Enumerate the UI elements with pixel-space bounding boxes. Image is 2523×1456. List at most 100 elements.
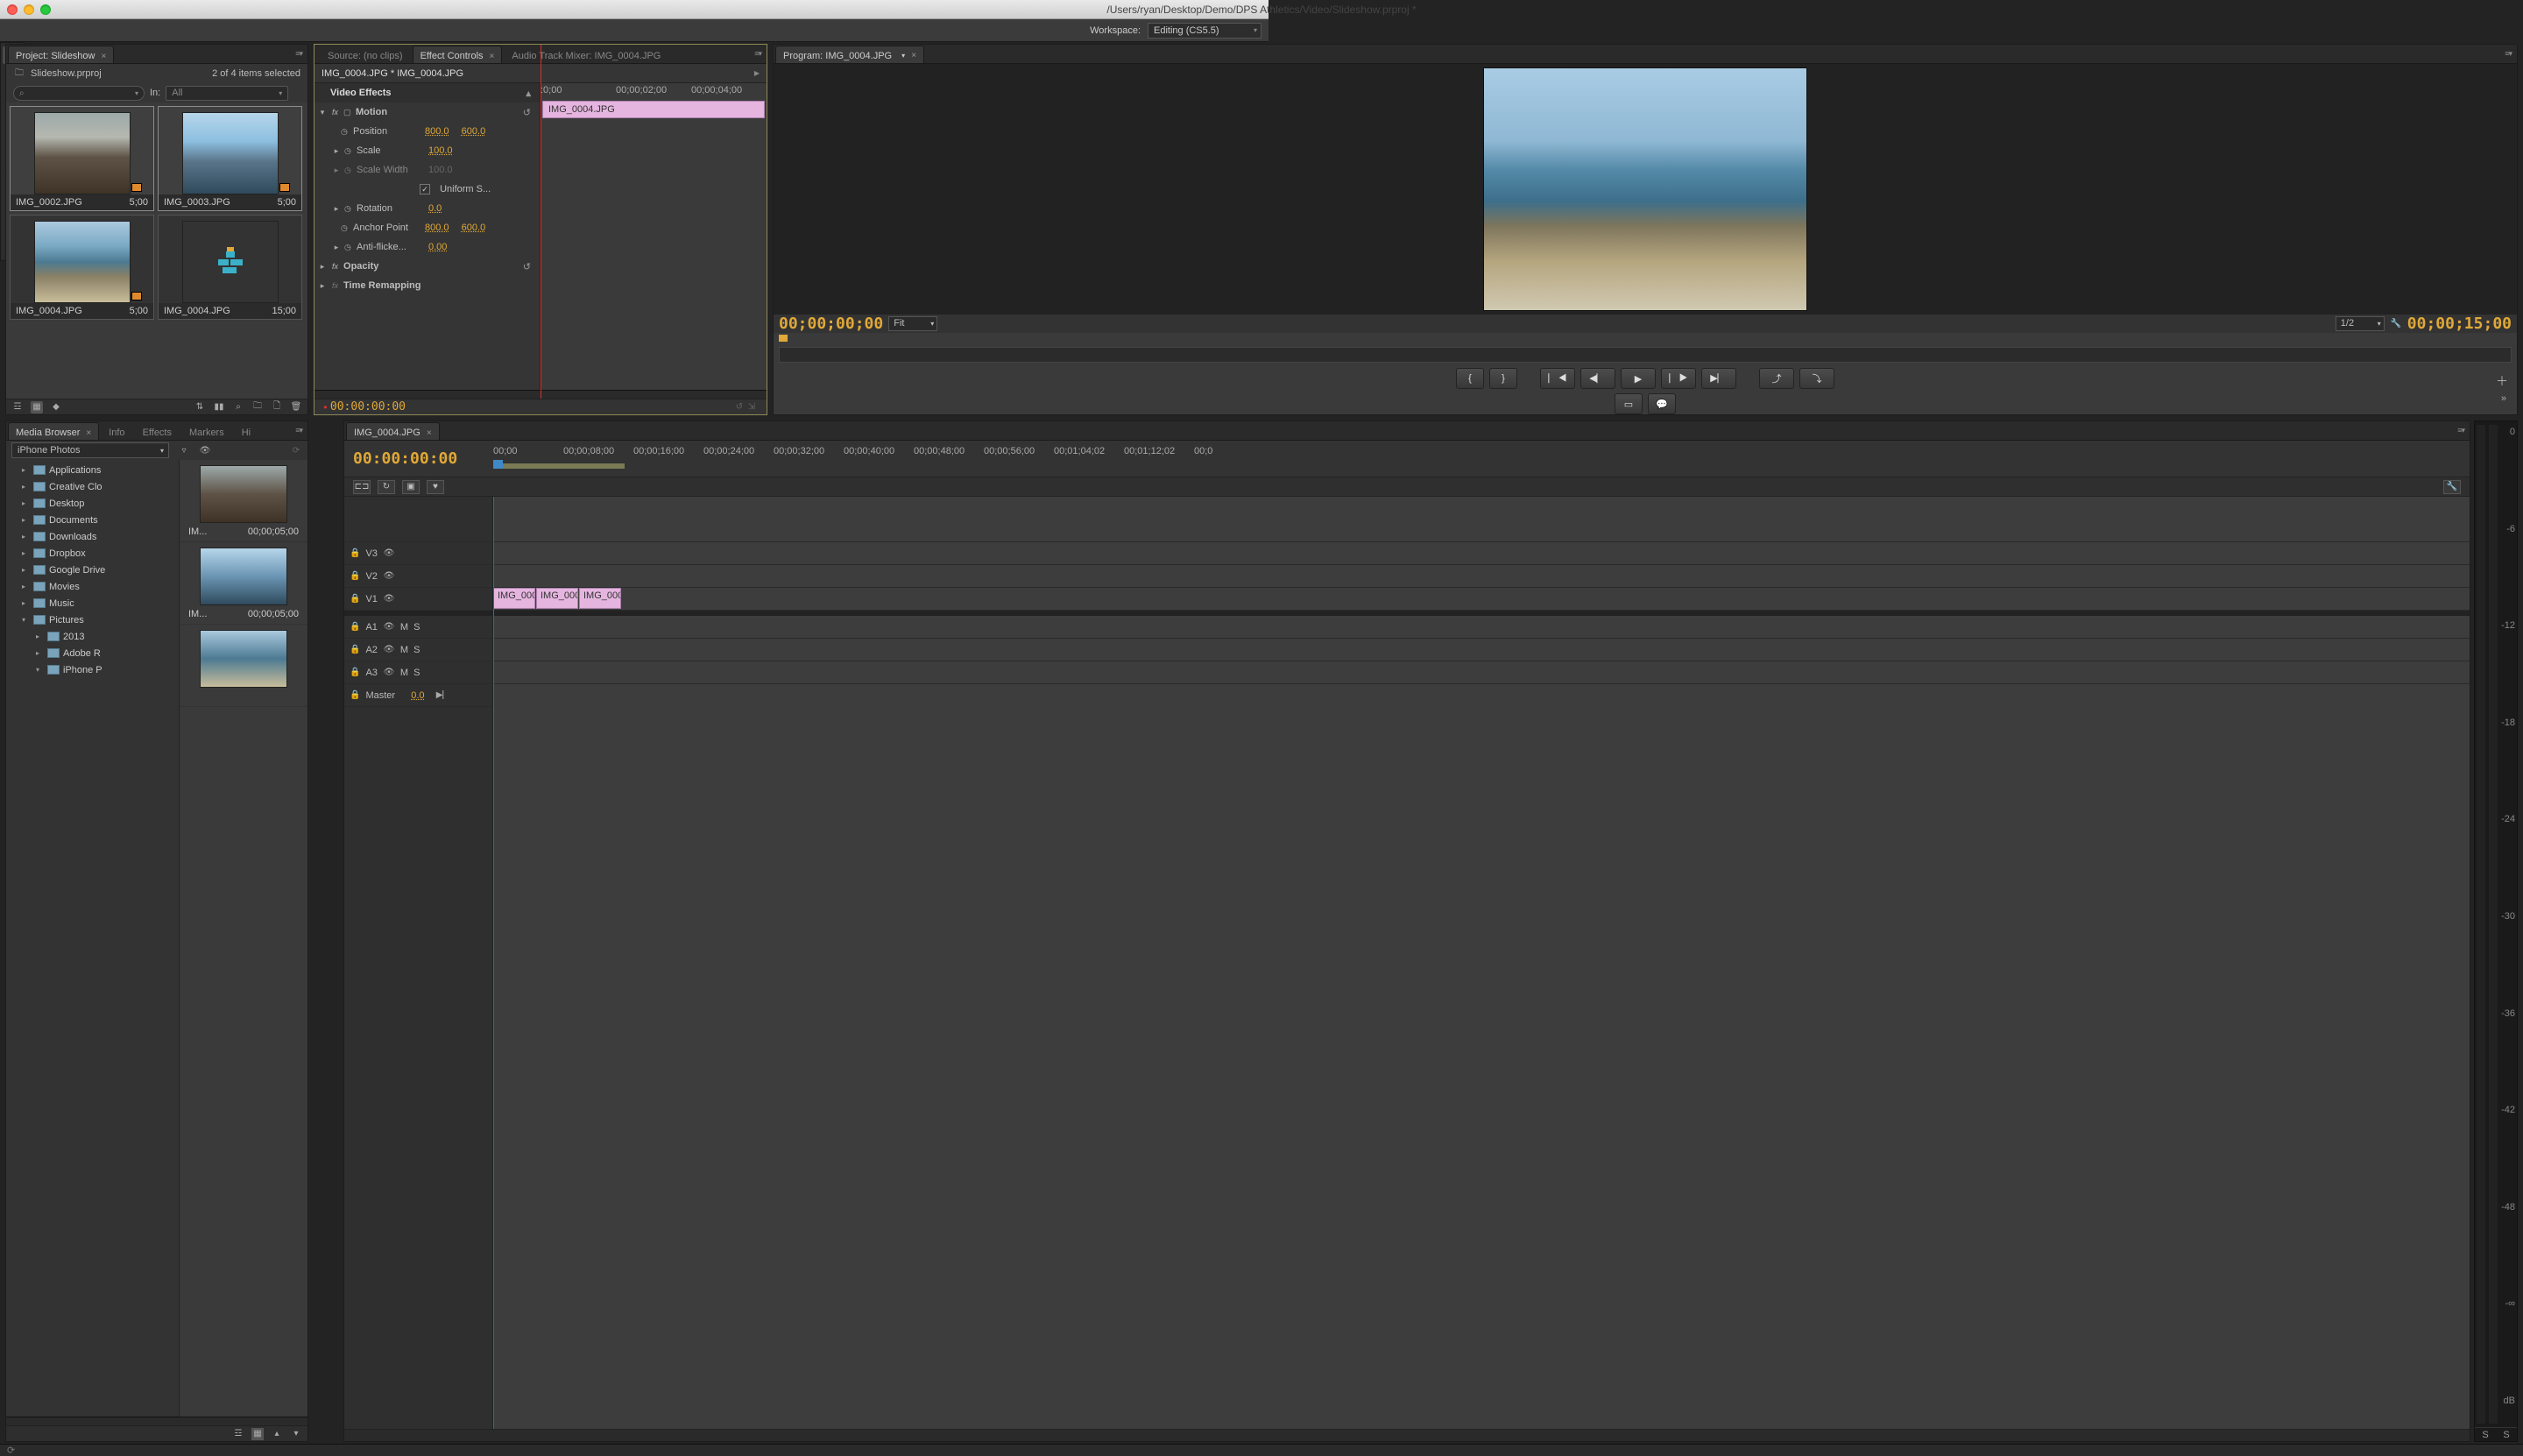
marker-button[interactable]: ▣ xyxy=(402,480,420,494)
timeline-playhead-marker[interactable] xyxy=(493,460,503,469)
workspace-select[interactable]: Editing (CS5.5) xyxy=(1148,23,1262,39)
mark-out-button[interactable]: } xyxy=(1489,368,1517,389)
program-current-timecode[interactable]: 00;00;00;00 xyxy=(779,315,883,333)
lock-icon[interactable]: 🔒 xyxy=(350,645,360,654)
audio-mixer-tab[interactable]: Audio Track Mixer: IMG_0004.JPG xyxy=(504,46,668,63)
icon-view-icon[interactable]: ▦ xyxy=(31,401,43,413)
effect-keyframe-area[interactable]: :0;00 00;00;02;00 00;00;04;00 IMG_0004.J… xyxy=(541,83,767,390)
motion-effect-header[interactable]: ▾fx▢ Motion ↺ xyxy=(314,102,540,122)
new-item-icon[interactable]: 🗋 xyxy=(271,401,283,413)
solo-button[interactable]: S xyxy=(413,622,420,633)
lock-icon[interactable]: 🔒 xyxy=(350,690,360,700)
close-icon[interactable]: × xyxy=(424,428,432,438)
panel-menu-icon[interactable] xyxy=(295,426,302,435)
anchor-y-value[interactable]: 600.0 xyxy=(462,223,486,233)
go-to-end-icon[interactable]: ▶⎸ xyxy=(438,689,450,702)
uniform-scale-checkbox[interactable]: ✓ xyxy=(420,184,430,194)
refresh-icon[interactable]: ⟳ xyxy=(290,444,302,456)
mark-in-button[interactable]: { xyxy=(1456,368,1484,389)
linked-selection-button[interactable]: ↻ xyxy=(378,480,395,494)
zoom-fit-select[interactable]: Fit xyxy=(888,316,937,331)
effect-time-ruler[interactable]: :0;00 00;00;02;00 00;00;04;00 xyxy=(541,85,767,99)
thumbnail-view-icon[interactable]: ▦ xyxy=(251,1428,264,1440)
program-video-area[interactable] xyxy=(774,64,2517,315)
folder-node[interactable]: ▸Google Drive xyxy=(6,562,179,578)
master-track-header[interactable]: 🔒Master 0.0 ▶⎸ xyxy=(344,684,492,707)
stopwatch-icon[interactable]: ◷ xyxy=(341,223,350,233)
safe-margins-button[interactable]: ▭ xyxy=(1615,393,1643,414)
zoom-slider-handle[interactable]: ◆ xyxy=(50,401,62,413)
rotation-value[interactable]: 0.0 xyxy=(428,203,442,214)
media-browser-tab[interactable]: Media Browser× xyxy=(8,422,99,440)
export-frame-button[interactable]: 💬 xyxy=(1648,393,1676,414)
folder-node[interactable]: ▾iPhone P xyxy=(6,661,179,678)
minimize-window-button[interactable] xyxy=(24,4,34,15)
project-clip[interactable]: IMG_0002.JPG5;00 xyxy=(10,106,154,211)
timeline-timecode[interactable]: 00:00:00:00 xyxy=(353,449,457,468)
timeline-track-area[interactable]: IMG_000 IMG_000 IMG_000 xyxy=(493,497,2470,1429)
stopwatch-icon[interactable]: ◷ xyxy=(344,146,353,156)
effect-timecode[interactable]: 00:00:00:00 xyxy=(330,400,406,413)
solo-button[interactable]: S xyxy=(413,645,420,655)
timeline-ruler[interactable]: 00;00 00;00;08;00 00;00;16;00 00;00;24;0… xyxy=(493,441,2470,477)
media-item[interactable] xyxy=(180,625,307,707)
solo-button[interactable]: S xyxy=(413,668,420,678)
sequence-tab[interactable]: IMG_0004.JPG× xyxy=(346,422,440,440)
close-icon[interactable]: × xyxy=(908,51,916,60)
add-button-icon[interactable]: ＋ xyxy=(2496,372,2508,390)
folder-node[interactable]: ▸Adobe R xyxy=(6,645,179,661)
video-track-header[interactable]: 🔒V2👁 xyxy=(344,565,492,588)
mute-button[interactable]: M xyxy=(400,645,408,655)
timeline-playhead-line[interactable] xyxy=(493,497,494,1429)
sort-down-icon[interactable]: ▾ xyxy=(290,1428,302,1440)
go-to-out-button[interactable]: ▶⎸ xyxy=(1701,368,1736,389)
add-marker-button[interactable]: ♥ xyxy=(427,480,444,494)
stopwatch-icon[interactable]: ◷ xyxy=(344,204,353,214)
audio-track-header[interactable]: 🔒A1👁MS xyxy=(344,616,492,639)
folder-node[interactable]: ▸Documents xyxy=(6,512,179,528)
go-to-in-button[interactable]: ⎸◀ xyxy=(1540,368,1575,389)
effect-controls-tab[interactable]: Effect Controls× xyxy=(413,46,503,63)
panel-menu-icon[interactable] xyxy=(2505,49,2512,59)
toggle-keyframes-icon[interactable]: ▴ xyxy=(526,88,531,99)
folder-node[interactable]: ▸Downloads xyxy=(6,528,179,545)
stopwatch-icon[interactable]: ◷ xyxy=(344,243,353,252)
sort-icon[interactable]: ⇅ xyxy=(194,401,206,413)
timeline-clip[interactable]: IMG_000 xyxy=(536,588,578,609)
folder-node[interactable]: ▸Movies xyxy=(6,578,179,595)
program-scrubber[interactable] xyxy=(779,347,2512,363)
panel-menu-icon[interactable] xyxy=(2457,426,2464,435)
media-scrollbar[interactable] xyxy=(6,1417,307,1425)
media-folder-tree[interactable]: ▸Applications ▸Creative Clo ▸Desktop ▸Do… xyxy=(6,460,180,1417)
video-track-header[interactable]: 🔒V3👁 xyxy=(344,542,492,565)
step-back-button[interactable]: ◀⎸ xyxy=(1580,368,1615,389)
source-tab[interactable]: Source: (no clips) xyxy=(320,46,411,63)
work-area-bar[interactable] xyxy=(493,463,625,469)
lift-button[interactable]: ⤴ xyxy=(1759,368,1794,389)
program-tab[interactable]: Program: IMG_0004.JPG ▾ × xyxy=(775,46,924,63)
lock-icon[interactable]: 🔒 xyxy=(350,622,360,632)
solo-right-button[interactable]: S xyxy=(2503,1430,2509,1440)
media-item[interactable]: IM...00;00;05;00 xyxy=(180,460,307,542)
media-item[interactable]: IM...00;00;05;00 xyxy=(180,542,307,625)
close-icon[interactable]: × xyxy=(99,52,107,61)
anchor-x-value[interactable]: 800.0 xyxy=(425,223,449,233)
automate-icon[interactable]: ▮▮ xyxy=(213,401,225,413)
folder-node[interactable]: ▸2013 xyxy=(6,628,179,645)
scale-value[interactable]: 100.0 xyxy=(428,145,453,156)
filter-icon[interactable]: ▿ xyxy=(178,444,190,456)
audio-track-header[interactable]: 🔒A2👁MS xyxy=(344,639,492,661)
project-clip[interactable]: IMG_0003.JPG5;00 xyxy=(158,106,302,211)
anti-flicker-value[interactable]: 0.00 xyxy=(428,242,447,252)
find-icon[interactable]: ⌕ xyxy=(232,401,244,413)
new-bin-icon[interactable]: 🗀 xyxy=(251,401,264,413)
timeline-clip[interactable]: IMG_000 xyxy=(579,588,621,609)
position-y-value[interactable]: 600.0 xyxy=(462,126,486,137)
zoom-window-button[interactable] xyxy=(40,4,51,15)
mute-button[interactable]: M xyxy=(400,622,408,633)
playhead-indicator-icon[interactable] xyxy=(779,335,788,342)
reset-icon[interactable]: ↺ xyxy=(523,107,531,118)
history-tab[interactable]: Hi xyxy=(234,422,258,440)
video-track-header[interactable]: 🔒V1👁 xyxy=(344,588,492,611)
button-editor-icon[interactable]: » xyxy=(2501,393,2506,404)
